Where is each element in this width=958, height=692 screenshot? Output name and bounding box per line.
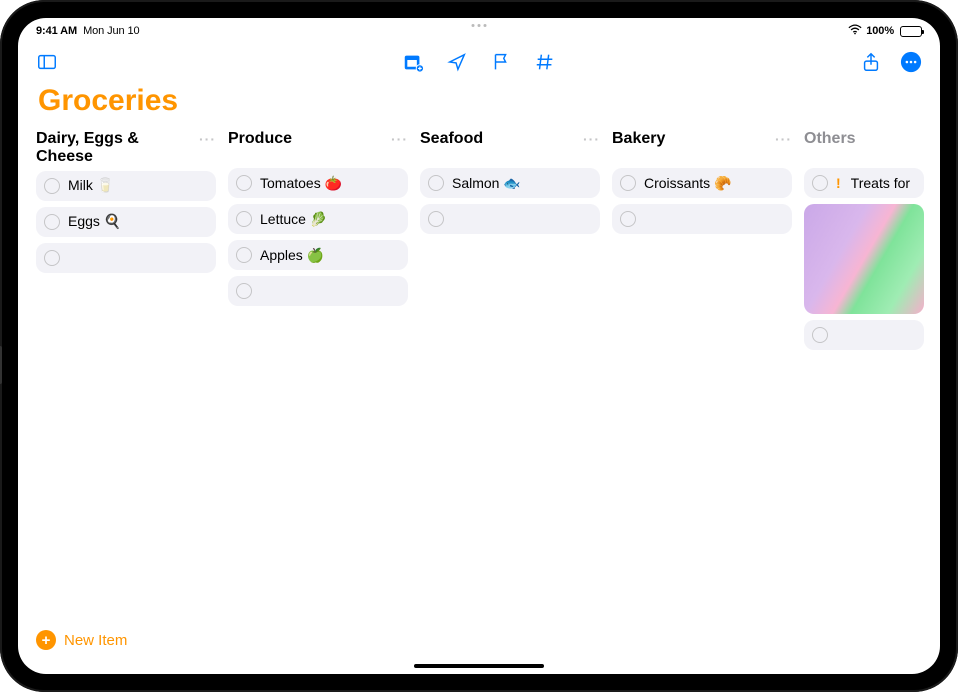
reminder-label: Lettuce 🥬 [260,211,327,228]
reminder-label: Tomatoes 🍅 [260,175,342,192]
sidebar-toggle-button[interactable] [36,51,58,73]
column: Produce ··· Tomatoes 🍅 Lettuce 🥬 Apples 🍏 [228,130,408,350]
complete-checkbox[interactable] [428,175,444,191]
content-area: Groceries Dairy, Eggs & Cheese···Milk 🥛E… [18,84,940,642]
location-button[interactable] [446,51,468,73]
plus-icon: + [36,630,56,650]
attachment-image [804,204,924,314]
column: Seafood ··· Salmon 🐟 [420,130,600,350]
complete-checkbox[interactable] [236,247,252,263]
new-reminder-row[interactable] [228,276,408,306]
priority-indicator: ! [836,175,841,191]
new-item-label: New Item [64,632,127,649]
items-list: Tomatoes 🍅 Lettuce 🥬 Apples 🍏 [228,168,408,306]
new-reminder-row[interactable] [36,243,216,273]
reminder-item[interactable] [804,204,924,314]
items-list: Salmon 🐟 [420,168,600,234]
reminder-label: Milk 🥛 [68,177,114,194]
ipad-frame: 9:41 AM Mon Jun 10 100% [0,0,958,692]
reminder-item[interactable]: ! Treats for [804,168,924,198]
items-list: ! Treats for [804,168,924,350]
reminder-item[interactable]: Apples 🍏 [228,240,408,270]
reminder-item[interactable]: Eggs 🍳 [36,207,216,237]
reminder-item[interactable]: Croissants 🥐 [612,168,792,198]
column-header: Seafood ··· [420,130,600,164]
column-header: Bakery ··· [612,130,792,164]
toolbar [18,40,940,84]
new-item-button[interactable]: + New Item [36,630,127,650]
reminder-item[interactable]: Lettuce 🥬 [228,204,408,234]
complete-checkbox[interactable] [620,211,636,227]
screen: 9:41 AM Mon Jun 10 100% [18,18,940,674]
complete-checkbox[interactable] [44,250,60,266]
column-header: Dairy, Eggs & Cheese··· [36,130,216,167]
items-list: Milk 🥛 Eggs 🍳 [36,171,216,273]
column: Dairy, Eggs & Cheese··· Milk 🥛 Eggs 🍳 [36,130,216,350]
status-date: Mon Jun 10 [83,25,139,37]
complete-checkbox[interactable] [236,211,252,227]
status-bar: 9:41 AM Mon Jun 10 100% [18,18,940,40]
tag-button[interactable] [534,51,556,73]
complete-checkbox[interactable] [428,211,444,227]
multitask-dots[interactable] [472,24,487,27]
new-reminder-row[interactable] [420,204,600,234]
complete-checkbox[interactable] [44,178,60,194]
column-title: Seafood [420,130,483,148]
new-reminder-row[interactable] [804,320,924,350]
reminder-label: Croissants 🥐 [644,175,731,192]
battery-percent: 100% [866,25,894,37]
calendar-button[interactable] [402,51,424,73]
reminder-label: Treats for [851,175,910,191]
column-header: Others [804,130,924,164]
column-more-button[interactable]: ··· [199,130,216,146]
complete-checkbox[interactable] [812,175,828,191]
complete-checkbox[interactable] [620,175,636,191]
complete-checkbox[interactable] [236,175,252,191]
column-title: Others [804,130,856,148]
reminder-label: Eggs 🍳 [68,213,121,230]
new-reminder-row[interactable] [612,204,792,234]
complete-checkbox[interactable] [812,327,828,343]
side-button [0,346,2,384]
columns-container: Dairy, Eggs & Cheese···Milk 🥛Eggs 🍳Produ… [36,130,940,350]
column-header: Produce ··· [228,130,408,164]
items-list: Croissants 🥐 [612,168,792,234]
column-more-button[interactable]: ··· [391,130,408,146]
home-indicator[interactable] [414,664,544,668]
column-more-button[interactable]: ··· [775,130,792,146]
share-button[interactable] [860,51,882,73]
column: Others! Treats for [804,130,924,350]
wifi-icon [848,24,862,38]
battery-icon [900,26,922,37]
list-title: Groceries [36,84,940,118]
more-button[interactable] [900,51,922,73]
reminder-item[interactable]: Tomatoes 🍅 [228,168,408,198]
reminder-label: Apples 🍏 [260,247,324,264]
column: Bakery ··· Croissants 🥐 [612,130,792,350]
column-title: Produce [228,130,292,148]
complete-checkbox[interactable] [44,214,60,230]
column-title: Bakery [612,130,665,148]
complete-checkbox[interactable] [236,283,252,299]
column-more-button[interactable]: ··· [583,130,600,146]
flag-button[interactable] [490,51,512,73]
reminder-item[interactable]: Salmon 🐟 [420,168,600,198]
status-time: 9:41 AM [36,25,77,37]
reminder-label: Salmon 🐟 [452,175,521,192]
reminder-item[interactable]: Milk 🥛 [36,171,216,201]
column-title: Dairy, Eggs & Cheese [36,130,199,167]
